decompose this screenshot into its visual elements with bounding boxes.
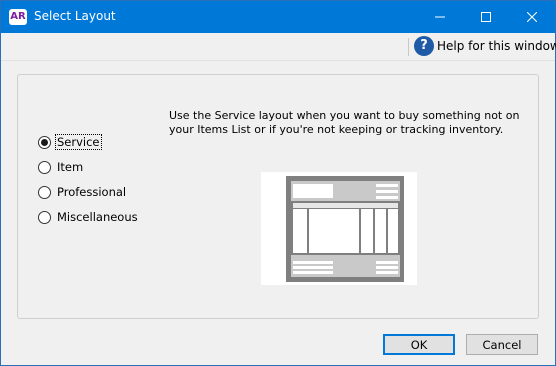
minimize-button[interactable] [417,1,463,33]
layout-option-label: Professional [57,185,127,199]
question-circle-icon[interactable]: ? [414,36,434,56]
title-bar[interactable]: AR Select Layout [1,1,555,33]
maximize-icon [481,12,491,22]
layout-option-label: Item [57,160,84,174]
layout-option-service[interactable]: Service [38,134,102,150]
help-toolbar: ? Help for this window [1,33,556,61]
layout-option-item[interactable]: Item [38,159,84,175]
close-button[interactable] [509,1,555,33]
layout-option-miscellaneous[interactable]: Miscellaneous [38,209,139,225]
help-for-this-window-link[interactable]: Help for this window [437,39,556,53]
window-title: Select Layout [34,9,116,23]
close-icon [527,12,537,22]
layout-option-professional[interactable]: Professional [38,184,127,200]
radio-button-service[interactable] [38,135,51,149]
select-layout-dialog: AR Select Layout ? Help for this window … [0,0,556,366]
cancel-button[interactable]: Cancel [466,334,538,355]
layout-option-label: Miscellaneous [57,210,138,224]
layout-options-panel: Service Item Professional Miscellaneous … [17,74,539,319]
radio-button-miscellaneous[interactable] [38,210,51,224]
ok-button[interactable]: OK [383,334,455,355]
minimize-icon [435,16,445,18]
app-logo-icon: AR [9,9,27,25]
layout-option-label: Service [55,134,102,150]
maximize-button[interactable] [463,1,509,33]
layout-preview-image [261,172,417,285]
radio-button-item[interactable] [38,160,51,174]
service-layout-preview-icon [261,172,417,285]
radio-button-professional[interactable] [38,185,51,199]
layout-description: Use the Service layout when you want to … [169,109,520,136]
toolbar-divider [408,38,409,56]
